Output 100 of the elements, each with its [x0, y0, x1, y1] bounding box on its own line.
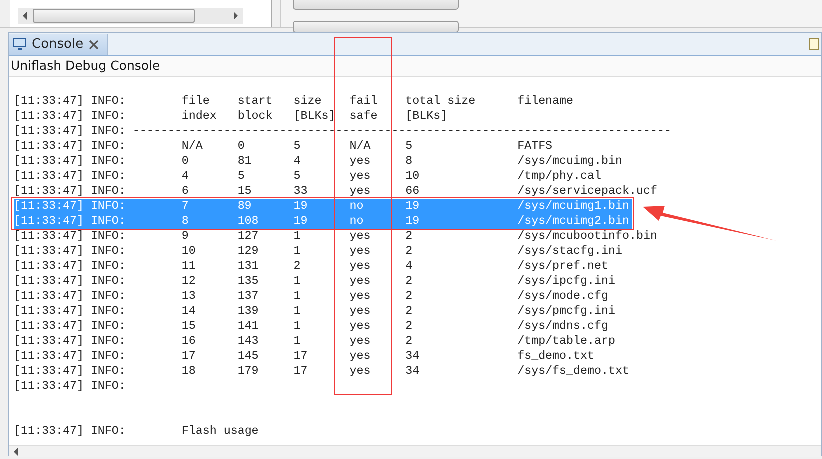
log-timestamp: [11:33:47]	[14, 259, 85, 274]
log-cell-text: yes	[350, 334, 372, 349]
log-level: INFO:	[90, 229, 127, 244]
log-cell-text: [BLKs]	[294, 109, 337, 124]
log-cell: /sys/mcubootinfo.bin	[518, 229, 658, 244]
log-cell: /sys/mdns.cfg	[518, 319, 609, 334]
log-cell-text: 18	[182, 364, 197, 379]
log-cell-text: 2	[406, 319, 414, 334]
log-timestamp: [11:33:47]	[14, 109, 85, 124]
log-cell-text: yes	[350, 274, 372, 289]
cut-off-button[interactable]	[293, 21, 459, 33]
scroll-left-icon[interactable]	[23, 12, 27, 20]
log-cell-text: 19	[294, 214, 309, 229]
log-cell-text: block	[238, 109, 274, 124]
log-line[interactable]: [11:33:47] INFO: Flash usage	[14, 424, 261, 439]
log-line[interactable]: [11:33:47] INFO: 4 5 5 yes 10 /tmp/phy.cal	[14, 169, 604, 184]
log-cell-text: 1	[294, 229, 302, 244]
log-cell-text: 15	[238, 184, 253, 199]
log-level: INFO:	[90, 169, 127, 184]
log-cell-text: 2	[406, 229, 414, 244]
log-line[interactable]: [11:33:47] INFO: 6 15 33 yes 66 /sys/servicepack.ucf	[14, 184, 660, 199]
log-cell: /tmp/phy.cal	[518, 169, 602, 184]
log-timestamp: [11:33:47]	[14, 289, 85, 304]
log-cell-text: yes	[350, 244, 372, 259]
log-cell-text: 4	[182, 169, 190, 184]
log-line[interactable]: [11:33:47] INFO: 10 129 1 yes 2 /sys/stacfg.ini	[14, 244, 625, 259]
log-cell-text: file	[182, 94, 211, 109]
log-cell-text: 1	[294, 244, 302, 259]
log-line[interactable]: [11:33:47] INFO: 16 143 1 yes 2 /tmp/table.arp	[14, 334, 618, 349]
log-timestamp: [11:33:47]	[14, 139, 85, 154]
log-cell-text: yes	[350, 259, 372, 274]
log-timestamp: [11:33:47]	[14, 184, 85, 199]
log-line[interactable]: [11:33:47] INFO: file start size fail total size filename	[14, 94, 576, 109]
log-line[interactable]: [11:33:47] INFO: 15 141 1 yes 2 /sys/mdns.cfg	[14, 319, 611, 334]
log-cell: FATFS	[518, 139, 553, 154]
log-line[interactable]: [11:33:47] INFO: 13 137 1 yes 2 /sys/mode.cfg	[14, 289, 611, 304]
log-line[interactable]: [11:33:47] INFO: N/A 0 5 N/A 5 FATFS	[14, 139, 555, 154]
log-line[interactable]: [11:33:47] INFO: 14 139 1 yes 2 /sys/pmcfg.ini	[14, 304, 618, 319]
scroll-right-icon[interactable]	[234, 12, 238, 20]
log-level: INFO:	[90, 124, 127, 139]
log-line[interactable]: [11:33:47] INFO: 0 81 4 yes 8 /sys/mcuimg.bin	[14, 154, 625, 169]
log-cell-text: 2	[294, 259, 302, 274]
log-cell-text: 6	[182, 184, 190, 199]
log-cell-text: fail	[350, 94, 379, 109]
log-cell-text: yes	[350, 364, 372, 379]
log-cell-text: index	[182, 109, 218, 124]
log-cell-text: 108	[238, 214, 260, 229]
log-line[interactable]: [11:33:47] INFO:	[14, 379, 184, 394]
log-cell-text: yes	[350, 154, 372, 169]
log-level: INFO:	[90, 349, 127, 364]
log-cell-text: 1	[294, 304, 302, 319]
log-cell-text: 17	[182, 349, 197, 364]
log-cell: /sys/ipcfg.ini	[518, 274, 616, 289]
scroll-left-icon[interactable]	[14, 448, 18, 456]
log-line[interactable]: [11:33:47] INFO: 17 145 17 yes 34 fs_demo.txt	[14, 349, 597, 364]
log-cell-text: yes	[350, 304, 372, 319]
log-cell-text: 10	[182, 244, 197, 259]
log-line[interactable]: [11:33:47] INFO: index block [BLKs] safe [BLKs]	[14, 109, 520, 124]
scrollbar-thumb[interactable]	[33, 9, 195, 23]
log-line[interactable]: [11:33:47] INFO: -----------------------------------------------------------------------------	[14, 124, 674, 139]
log-cell-text: 19	[406, 199, 421, 214]
log-cell-text: 16	[182, 334, 197, 349]
log-level: INFO:	[90, 304, 127, 319]
log-cell: /sys/mcuimg.bin	[518, 154, 623, 169]
log-cell: /sys/mcuimg2.bin	[518, 214, 630, 229]
log-line[interactable]: [11:33:47] INFO: 18 179 17 yes 34 /sys/fs_demo.txt	[14, 364, 632, 379]
log-cell-text: yes	[350, 169, 372, 184]
log-timestamp: [11:33:47]	[14, 319, 85, 334]
log-cell-text: 81	[238, 154, 253, 169]
log-cell-text: 5	[294, 169, 302, 184]
log-cell-text: yes	[350, 184, 372, 199]
log-cell-text: 145	[238, 349, 260, 364]
close-icon[interactable]	[88, 40, 99, 50]
log-cell-text: no	[350, 199, 365, 214]
log-level: INFO:	[90, 199, 127, 214]
log-cell-text: N/A	[350, 139, 372, 154]
log-level: INFO:	[90, 424, 127, 439]
log-cell: fs_demo.txt	[518, 349, 595, 364]
log-cell-text: N/A	[182, 139, 204, 154]
log-cell-text: 19	[294, 199, 309, 214]
console-tab[interactable]: Console	[9, 34, 108, 55]
log-cell-text: 4	[294, 154, 302, 169]
log-level: INFO:	[90, 139, 127, 154]
log-cell-text: 12	[182, 274, 197, 289]
log-cell: /sys/mcuimg1.bin	[518, 199, 630, 214]
log-cell-text: 5	[238, 169, 246, 184]
log-line[interactable]: [11:33:47] INFO: 11 131 2 yes 4 /sys/pref.net	[14, 259, 611, 274]
log-cell-text: 0	[238, 139, 246, 154]
log-cell-text: 1	[294, 334, 302, 349]
log-cell-text: 1	[294, 319, 302, 334]
log-line[interactable]: [11:33:47] INFO: 9 127 1 yes 2 /sys/mcubootinfo.bin	[14, 229, 660, 244]
log-cell-text: 143	[238, 334, 260, 349]
log-cell-text: 17	[294, 349, 309, 364]
log-cell: filename	[518, 94, 574, 109]
log-cell-text: size	[294, 94, 323, 109]
log-cell-text: 10	[406, 169, 421, 184]
log-cell-text: 66	[406, 184, 421, 199]
log-line[interactable]: [11:33:47] INFO: 12 135 1 yes 2 /sys/ipcfg.ini	[14, 274, 618, 289]
log-level: INFO:	[90, 274, 127, 289]
document-icon[interactable]	[809, 38, 819, 50]
